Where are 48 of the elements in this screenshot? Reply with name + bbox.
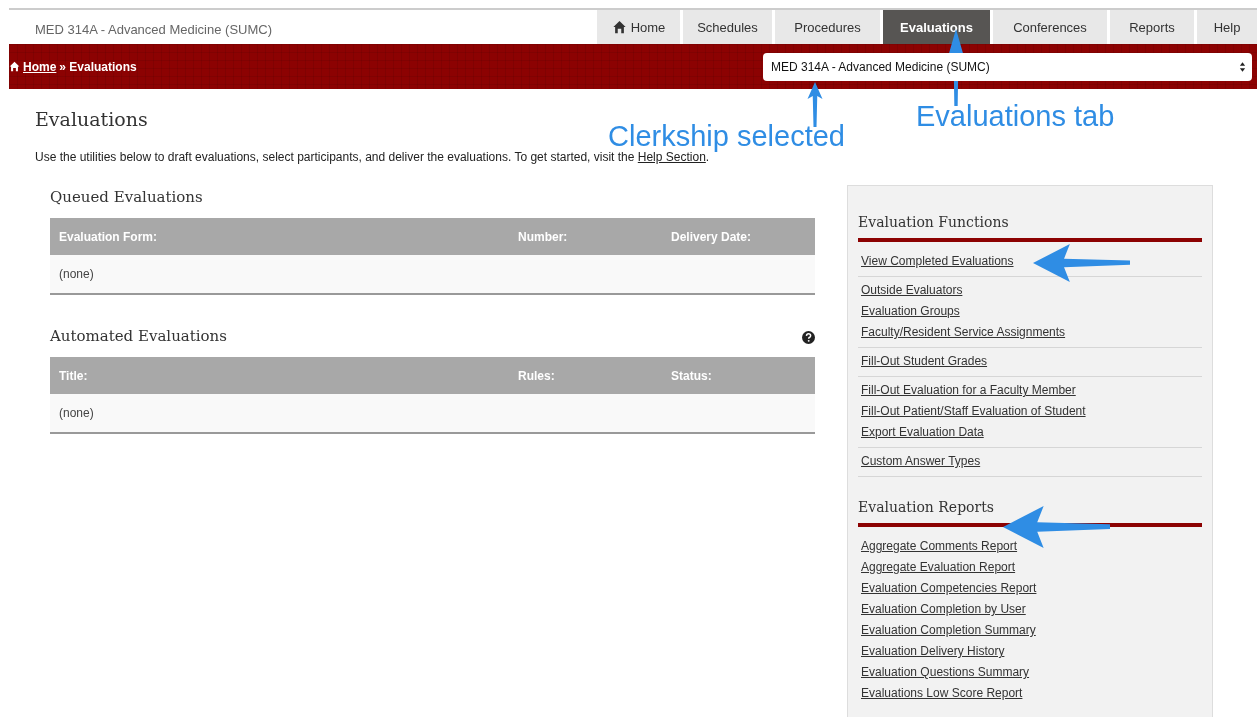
sidebar-link[interactable]: View Completed Evaluations	[861, 251, 1014, 272]
breadcrumb-text: » Evaluations	[59, 59, 137, 74]
table-cell-text: (none)	[58, 267, 94, 281]
nav-tab[interactable]: Procedures	[775, 10, 880, 44]
updown-icon	[1239, 60, 1246, 73]
intro-text: Use the utilities below to draft evaluations, select participants, and deliver the evaluations. To get started, visit the Help Section.	[35, 150, 710, 164]
sidebar-link[interactable]: Evaluations Low Score Report	[861, 683, 1023, 704]
column-header: Title:	[58, 368, 89, 383]
sidebar-link[interactable]: Evaluation Delivery History	[861, 641, 1005, 662]
sidebar-link[interactable]: Evaluation Groups	[861, 301, 960, 322]
callout-label: Clerkship selected	[608, 120, 845, 152]
section-title: Queued Evaluations	[50, 188, 203, 206]
section-title: Automated Evaluations	[50, 327, 227, 345]
home-icon	[611, 20, 627, 34]
sidebar-link[interactable]: Fill-Out Patient/Staff Evaluation of Student	[861, 401, 1086, 422]
nav-tab[interactable]: Reports	[1110, 10, 1194, 44]
sidebar-heading: Evaluation Functions	[858, 214, 1202, 242]
nav-tab[interactable]: Conferences	[993, 10, 1107, 44]
sidebar-link[interactable]: Aggregate Comments Report	[861, 536, 1018, 557]
sidebar-link[interactable]: Outside Evaluators	[861, 280, 963, 301]
nav-tab[interactable]: Evaluations	[883, 10, 990, 44]
nav-tab[interactable]: Schedules	[683, 10, 772, 44]
help-link[interactable]: Help Section	[637, 150, 706, 164]
sidebar-link[interactable]: Fill-Out Evaluation for a Faculty Member	[861, 380, 1076, 401]
column-header: Delivery Date:	[670, 229, 753, 244]
sidebar-link[interactable]: Evaluation Completion by User	[861, 599, 1026, 620]
column-header: Status:	[670, 368, 713, 383]
sidebar-link[interactable]: Evaluation Questions Summary	[861, 662, 1030, 683]
sidebar-link[interactable]: Evaluation Competencies Report	[861, 578, 1037, 599]
page-title: Evaluations	[35, 108, 149, 130]
column-header: Rules:	[517, 368, 556, 383]
home-icon	[9, 61, 20, 72]
course-select[interactable]: MED 314A - Advanced Medicine (SUMC)	[763, 52, 1252, 81]
sidebar-link[interactable]: Faculty/Resident Service Assignments	[861, 322, 1066, 343]
sidebar-link[interactable]: Custom Answer Types	[861, 451, 981, 472]
table-cell-text: (none)	[58, 406, 94, 420]
callout-label: Evaluations tab	[916, 100, 1115, 133]
sidebar-link[interactable]: Aggregate Evaluation Report	[861, 557, 1016, 578]
help-icon	[802, 330, 815, 344]
breadcrumb-link[interactable]: Home	[23, 59, 57, 74]
column-header: Number:	[517, 229, 569, 244]
sidebar-link[interactable]: Evaluation Completion Summary	[861, 620, 1036, 641]
sidebar-link[interactable]: Fill-Out Student Grades	[861, 351, 988, 372]
course-title: MED 314A - Advanced Medicine (SUMC)	[34, 21, 272, 39]
nav-tab[interactable]: Home	[597, 10, 680, 44]
column-header: Evaluation Form:	[58, 229, 158, 244]
sidebar-link[interactable]: Export Evaluation Data	[861, 422, 984, 443]
nav-tab[interactable]: Help	[1197, 10, 1257, 44]
